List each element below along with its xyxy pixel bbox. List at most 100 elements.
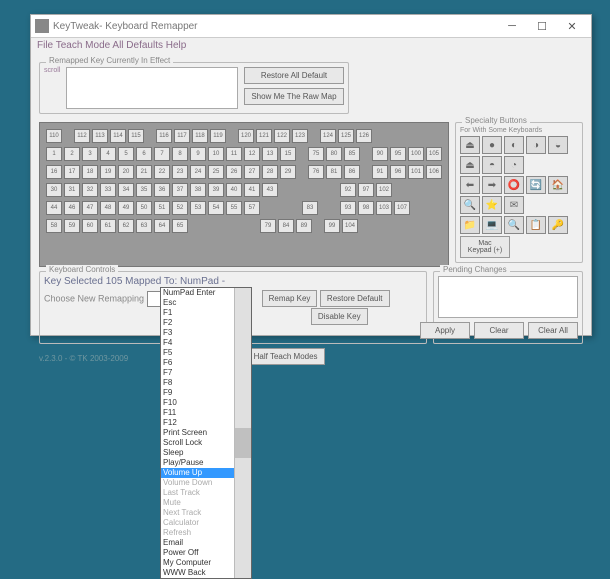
minimize-button[interactable]: ─ [497,17,527,35]
specialty-icon[interactable]: ⬅ [460,176,480,194]
key-46[interactable]: 46 [64,201,80,215]
pending-list[interactable] [438,276,578,318]
show-raw-button[interactable]: Show Me The Raw Map [244,88,343,105]
key-122[interactable]: 122 [274,129,290,143]
key-4[interactable]: 4 [100,147,116,161]
key-37[interactable]: 37 [172,183,188,197]
key-53[interactable]: 53 [190,201,206,215]
key-35[interactable]: 35 [136,183,152,197]
key-20[interactable]: 20 [118,165,134,179]
key-103[interactable]: 103 [376,201,392,215]
key-107[interactable]: 107 [394,201,410,215]
specialty-icon[interactable]: 🏠 [548,176,568,194]
remapped-list[interactable] [66,67,238,109]
specialty-icon[interactable]: ⏏ [460,136,480,154]
key-30[interactable]: 30 [46,183,62,197]
key-93[interactable]: 93 [340,201,356,215]
key-89[interactable]: 89 [296,219,312,233]
key-99[interactable]: 99 [324,219,340,233]
key-26[interactable]: 26 [226,165,242,179]
key-110[interactable]: 110 [46,129,62,143]
key-19[interactable]: 19 [100,165,116,179]
key-84[interactable]: 84 [278,219,294,233]
key-123[interactable]: 123 [292,129,308,143]
key-18[interactable]: 18 [82,165,98,179]
key-52[interactable]: 52 [172,201,188,215]
specialty-icon[interactable]: 📋 [526,216,546,234]
key-34[interactable]: 34 [118,183,134,197]
specialty-icon[interactable]: ⏏ [460,156,480,174]
key-7[interactable]: 7 [154,147,170,161]
key-47[interactable]: 47 [82,201,98,215]
key-126[interactable]: 126 [356,129,372,143]
key-44[interactable]: 44 [46,201,62,215]
key-98[interactable]: 98 [358,201,374,215]
key-1[interactable]: 1 [46,147,62,161]
specialty-icon[interactable]: 🔑 [548,216,568,234]
key-5[interactable]: 5 [118,147,134,161]
key-11[interactable]: 11 [226,147,242,161]
specialty-icon[interactable]: ◓ [482,156,502,174]
specialty-icon[interactable]: ◐ [504,136,524,154]
half-teach-button[interactable]: Half Teach Modes [247,348,325,365]
key-113[interactable]: 113 [92,129,108,143]
apply-button[interactable]: Apply [420,322,470,339]
key-118[interactable]: 118 [192,129,208,143]
key-27[interactable]: 27 [244,165,260,179]
key-121[interactable]: 121 [256,129,272,143]
key-91[interactable]: 91 [372,165,388,179]
specialty-icon[interactable]: ◔ [504,156,524,174]
clear-all-button[interactable]: Clear All [528,322,578,339]
key-102[interactable]: 102 [376,183,392,197]
key-8[interactable]: 8 [172,147,188,161]
key-15[interactable]: 15 [280,147,296,161]
specialty-icon[interactable]: ➡ [482,176,502,194]
key-16[interactable]: 16 [46,165,62,179]
specialty-icon[interactable]: ◑ [526,136,546,154]
key-114[interactable]: 114 [110,129,126,143]
key-58[interactable]: 58 [46,219,62,233]
key-24[interactable]: 24 [190,165,206,179]
key-120[interactable]: 120 [238,129,254,143]
key-95[interactable]: 95 [390,147,406,161]
key-39[interactable]: 39 [208,183,224,197]
specialty-icon[interactable]: ✉ [504,196,524,214]
key-76[interactable]: 76 [308,165,324,179]
key-104[interactable]: 104 [342,219,358,233]
key-50[interactable]: 50 [136,201,152,215]
key-75[interactable]: 75 [308,147,324,161]
key-125[interactable]: 125 [338,129,354,143]
specialty-icon[interactable]: 💻 [482,216,502,234]
key-112[interactable]: 112 [74,129,90,143]
specialty-icon[interactable]: 🔍 [504,216,524,234]
key-81[interactable]: 81 [326,165,342,179]
specialty-icon[interactable]: ⭐ [482,196,502,214]
key-57[interactable]: 57 [244,201,260,215]
key-28[interactable]: 28 [262,165,278,179]
key-60[interactable]: 60 [82,219,98,233]
key-48[interactable]: 48 [100,201,116,215]
key-29[interactable]: 29 [280,165,296,179]
key-117[interactable]: 117 [174,129,190,143]
key-25[interactable]: 25 [208,165,224,179]
mac-keypad-button[interactable]: Mac Keypad (+) [460,236,510,258]
key-38[interactable]: 38 [190,183,206,197]
key-40[interactable]: 40 [226,183,242,197]
specialty-icon[interactable]: 🔄 [526,176,546,194]
restore-all-button[interactable]: Restore All Default [244,67,343,84]
key-64[interactable]: 64 [154,219,170,233]
key-105[interactable]: 105 [426,147,442,161]
key-51[interactable]: 51 [154,201,170,215]
key-22[interactable]: 22 [154,165,170,179]
disable-key-button[interactable]: Disable Key [311,308,368,325]
specialty-icon[interactable]: 🔍 [460,196,480,214]
key-119[interactable]: 119 [210,129,226,143]
key-31[interactable]: 31 [64,183,80,197]
key-41[interactable]: 41 [244,183,260,197]
specialty-icon[interactable]: ● [482,136,502,154]
key-79[interactable]: 79 [260,219,276,233]
specialty-icon[interactable]: ◒ [548,136,568,154]
key-59[interactable]: 59 [64,219,80,233]
key-55[interactable]: 55 [226,201,242,215]
specialty-icon[interactable]: 📁 [460,216,480,234]
